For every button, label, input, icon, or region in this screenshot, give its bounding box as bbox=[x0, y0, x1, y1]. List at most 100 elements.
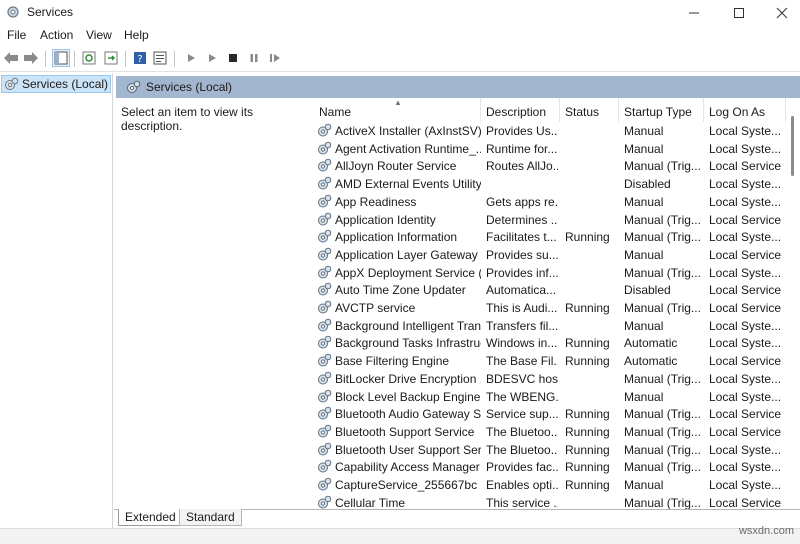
menu-view[interactable]: View bbox=[86, 28, 112, 42]
scrollbar-thumb[interactable] bbox=[791, 116, 794, 176]
cell-description: Transfers fil... bbox=[486, 318, 558, 333]
help-button[interactable]: ? bbox=[131, 49, 149, 67]
service-gear-icon bbox=[318, 406, 332, 420]
table-row[interactable]: Base Filtering Engine The Base Fil... Runn… bbox=[314, 352, 786, 370]
console-tree-icon bbox=[54, 51, 68, 65]
minimize-button[interactable] bbox=[672, 0, 716, 25]
service-gear-icon bbox=[318, 176, 332, 190]
cell-description: BDESVC hos... bbox=[486, 371, 558, 386]
service-gear-icon bbox=[318, 282, 332, 296]
service-gear-icon bbox=[318, 229, 332, 243]
toolbar-separator bbox=[74, 51, 75, 67]
service-gear-icon bbox=[318, 141, 332, 155]
cell-log-on-as: Local Service bbox=[709, 283, 782, 298]
table-row[interactable]: Application Layer Gateway ... Provides su… bbox=[314, 246, 786, 264]
show-hide-console-tree-button[interactable] bbox=[52, 49, 70, 67]
service-gear-icon bbox=[318, 495, 332, 509]
cell-startup-type: Manual (Trig... bbox=[624, 442, 701, 457]
table-row[interactable]: Bluetooth Audio Gateway S... Service sup.… bbox=[314, 405, 786, 423]
table-row[interactable]: Bluetooth Support Service The Bluetoo... R… bbox=[314, 423, 786, 441]
cell-description: The WBENG... bbox=[486, 389, 558, 404]
column-header-label: Log On As bbox=[709, 105, 766, 119]
cell-log-on-as: Local Service bbox=[709, 247, 782, 262]
stop-service-button[interactable] bbox=[224, 49, 242, 67]
cell-startup-type: Manual (Trig... bbox=[624, 407, 701, 422]
column-header-description[interactable]: Description bbox=[481, 98, 560, 122]
restart-service-button[interactable] bbox=[266, 49, 284, 67]
column-header-label: Startup Type bbox=[624, 105, 692, 119]
menu-help[interactable]: Help bbox=[124, 28, 149, 42]
cell-description: The Bluetoo... bbox=[486, 424, 558, 439]
cell-startup-type: Automatic bbox=[624, 354, 678, 369]
tree-item-services-local[interactable]: Services (Local) bbox=[1, 75, 111, 93]
menu-file[interactable]: File bbox=[7, 28, 26, 42]
column-header-label: Name bbox=[319, 105, 352, 119]
menu-action[interactable]: Action bbox=[40, 28, 73, 42]
service-gear-icon bbox=[318, 442, 332, 456]
cell-name: AMD External Events Utility bbox=[335, 177, 481, 192]
cell-log-on-as: Local Syste... bbox=[709, 389, 782, 404]
cell-name: Background Tasks Infrastruc... bbox=[335, 336, 481, 351]
cell-status: Running bbox=[565, 407, 610, 422]
cell-description: This is Audi... bbox=[486, 301, 558, 315]
table-row[interactable]: Application Identity Determines ... Manual… bbox=[314, 211, 786, 229]
column-header-log-on-as[interactable]: Log On As bbox=[704, 98, 786, 122]
table-row[interactable]: AppX Deployment Service (... Provides inf… bbox=[314, 264, 786, 282]
cell-name: Bluetooth Audio Gateway S... bbox=[335, 407, 481, 422]
table-row[interactable]: Bluetooth User Support Ser... The Bluetoo… bbox=[314, 441, 786, 459]
cell-status: Running bbox=[565, 478, 610, 492]
cell-name: Background Intelligent Tran... bbox=[335, 318, 481, 333]
table-row[interactable]: Background Intelligent Tran... Transfers … bbox=[314, 317, 786, 335]
close-button[interactable] bbox=[760, 0, 800, 25]
table-row[interactable]: BitLocker Drive Encryption ... BDESVC hos… bbox=[314, 370, 786, 388]
table-row[interactable]: AMD External Events Utility Disabled Local… bbox=[314, 175, 786, 193]
pause-service-button[interactable] bbox=[245, 49, 263, 67]
back-button[interactable] bbox=[2, 49, 20, 67]
table-row[interactable]: CaptureService_255667bc Enables opti... Ru… bbox=[314, 476, 786, 494]
start-service-button[interactable] bbox=[182, 49, 200, 67]
cell-description: The Bluetoo... bbox=[486, 442, 558, 457]
play-icon bbox=[209, 54, 216, 62]
table-row[interactable]: Block Level Backup Engine ... The WBENG..… bbox=[314, 388, 786, 406]
cell-name: Capability Access Manager ... bbox=[335, 460, 481, 475]
cell-description: Provides Us... bbox=[486, 124, 558, 138]
properties-icon bbox=[153, 51, 167, 65]
tree-item-label: Services (Local) bbox=[22, 77, 109, 91]
services-pane: Services (Local) Select an item to view … bbox=[116, 73, 800, 509]
tab-standard[interactable]: Standard bbox=[179, 509, 242, 526]
table-row[interactable]: Background Tasks Infrastruc... Windows in… bbox=[314, 334, 786, 352]
cell-name: ActiveX Installer (AxInstSV) bbox=[335, 124, 481, 138]
export-list-button[interactable] bbox=[102, 49, 120, 67]
cell-log-on-as: Local Syste... bbox=[709, 177, 782, 192]
cell-startup-type: Manual bbox=[624, 141, 664, 156]
table-row[interactable]: Agent Activation Runtime_... Runtime for.… bbox=[314, 140, 786, 158]
table-row[interactable]: Capability Access Manager ... Provides fa… bbox=[314, 458, 786, 476]
cell-startup-type: Manual (Trig... bbox=[624, 301, 701, 315]
cell-log-on-as: Local Syste... bbox=[709, 478, 782, 492]
table-row[interactable]: AVCTP service This is Audi... Running Manua… bbox=[314, 299, 786, 317]
vertical-scrollbar[interactable] bbox=[786, 98, 800, 509]
column-header-startup-type[interactable]: Startup Type bbox=[619, 98, 704, 122]
tab-extended[interactable]: Extended bbox=[118, 509, 183, 526]
table-row[interactable]: AllJoyn Router Service Routes AllJo... Man… bbox=[314, 157, 786, 175]
table-row[interactable]: Application Information Facilitates t... R… bbox=[314, 228, 786, 246]
forward-button[interactable] bbox=[22, 49, 40, 67]
table-row[interactable]: Cellular Time This service ... Manual (Tri… bbox=[314, 494, 786, 509]
properties-button[interactable] bbox=[151, 49, 169, 67]
column-header-name[interactable]: ▲ Name bbox=[314, 98, 481, 122]
status-bar bbox=[0, 528, 800, 544]
cell-log-on-as: Local Service bbox=[709, 354, 782, 369]
close-icon bbox=[776, 7, 788, 18]
stop-icon bbox=[229, 54, 237, 62]
table-row[interactable]: App Readiness Gets apps re... Manual Local … bbox=[314, 193, 786, 211]
table-row[interactable]: ActiveX Installer (AxInstSV) Provides Us.… bbox=[314, 122, 786, 140]
refresh-button[interactable] bbox=[80, 49, 98, 67]
service-gear-icon bbox=[318, 424, 332, 438]
table-row[interactable]: Auto Time Zone Updater Automatica... Disab… bbox=[314, 281, 786, 299]
cell-log-on-as: Local Syste... bbox=[709, 460, 782, 475]
maximize-button[interactable] bbox=[717, 0, 761, 25]
start-service-alt-button[interactable] bbox=[203, 49, 221, 67]
cell-startup-type: Manual bbox=[624, 247, 664, 262]
column-header-status[interactable]: Status bbox=[560, 98, 619, 122]
cell-name: Bluetooth Support Service bbox=[335, 424, 475, 439]
